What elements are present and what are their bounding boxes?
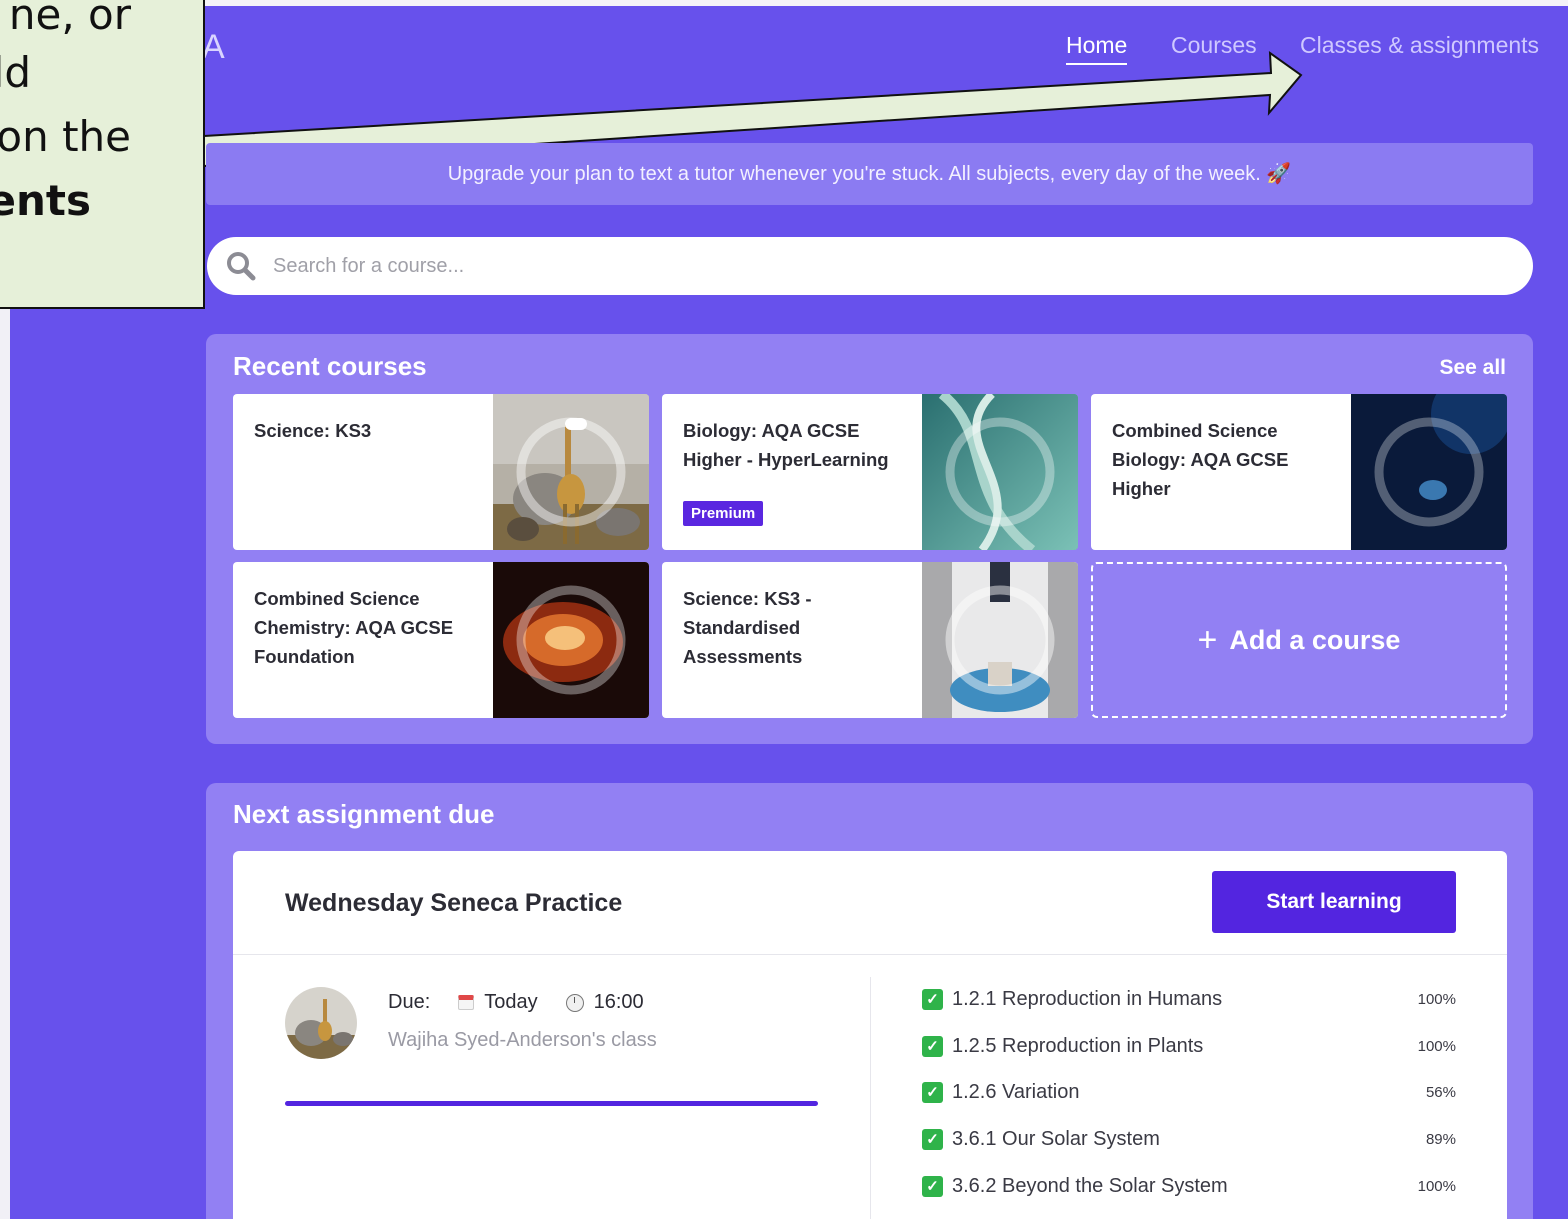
topic-item[interactable]: ✓ 1.2.1 Reproduction in Humans 100%	[922, 984, 1456, 1014]
recent-courses-panel: Recent courses See all Science: KS3 Biol…	[206, 334, 1533, 744]
plus-icon: +	[1197, 620, 1218, 659]
topic-label: 3.6.1 Our Solar System	[952, 1127, 1160, 1150]
topic-percent: 100%	[1417, 990, 1456, 1008]
topic-percent: 89%	[1425, 1130, 1456, 1148]
upgrade-banner[interactable]: Upgrade your plan to text a tutor whenev…	[206, 143, 1533, 205]
checkmark-icon: ✓	[922, 1035, 943, 1057]
assignment-card: Wednesday Seneca Practice Start learning…	[233, 851, 1507, 1219]
search-icon	[227, 252, 256, 281]
topic-item[interactable]: ✓ 3.6.2 Beyond the Solar System 100%	[922, 1171, 1456, 1201]
course-card[interactable]: Combined Science Biology: AQA GCSE Highe…	[1091, 394, 1507, 550]
callout-line-3: on the	[0, 112, 131, 161]
course-title: Biology: AQA GCSE Higher - HyperLearning	[683, 420, 889, 470]
course-title: Combined Science Chemistry: AQA GCSE Fou…	[254, 588, 454, 667]
topic-item[interactable]: ✓ 1.2.5 Reproduction in Plants 100%	[922, 1031, 1456, 1061]
course-card[interactable]: Science: KS3	[233, 394, 649, 550]
topic-label: 1.2.6 Variation	[952, 1080, 1080, 1103]
course-search-bar[interactable]	[207, 237, 1533, 295]
nav-courses[interactable]: Courses	[1171, 32, 1257, 59]
progress-fill	[285, 1101, 818, 1106]
due-info: Due: Today 16:00	[388, 991, 644, 1014]
checkmark-icon: ✓	[922, 1175, 943, 1197]
start-learning-button[interactable]: Start learning	[1212, 871, 1456, 933]
topic-percent: 100%	[1417, 1037, 1456, 1055]
course-title: Science: KS3 - Standardised Assessments	[683, 588, 812, 667]
topic-item[interactable]: ✓ 3.6.1 Our Solar System 89%	[922, 1124, 1456, 1154]
due-time: 16:00	[593, 991, 644, 1013]
annotation-callout: ne, or ld on the ents	[0, 0, 205, 309]
course-image-fish	[1351, 394, 1507, 550]
logo-fragment: A	[202, 28, 225, 66]
topic-percent: 100%	[1417, 1177, 1456, 1195]
topic-label: 1.2.1 Reproduction in Humans	[952, 987, 1223, 1010]
assignment-progress-bar	[285, 1101, 818, 1106]
course-image-scientist	[922, 562, 1078, 718]
assignment-name: Wednesday Seneca Practice	[285, 889, 623, 917]
topic-label: 3.6.2 Beyond the Solar System	[952, 1174, 1228, 1197]
class-avatar	[285, 987, 357, 1059]
clock-icon	[565, 993, 584, 1012]
checkmark-icon: ✓	[922, 988, 943, 1010]
nav-home[interactable]: Home	[1066, 32, 1128, 65]
assignment-header: Wednesday Seneca Practice Start learning	[233, 851, 1507, 955]
course-title: Science: KS3	[254, 420, 372, 441]
callout-line-4: ents	[0, 176, 91, 225]
callout-line-2: ld	[0, 48, 31, 97]
course-card[interactable]: Biology: AQA GCSE Higher - HyperLearning…	[662, 394, 1078, 550]
class-name: Wajiha Syed-Anderson's class	[388, 1029, 657, 1051]
topic-percent: 56%	[1425, 1083, 1456, 1101]
recent-courses-title: Recent courses	[233, 351, 427, 381]
top-edge-strip	[0, 0, 1568, 6]
nav-classes-assignments[interactable]: Classes & assignments	[1300, 32, 1539, 59]
course-image-fire	[493, 562, 649, 718]
see-all-link[interactable]: See all	[1439, 356, 1506, 380]
add-course-label: Add a course	[1229, 624, 1401, 655]
vertical-divider	[870, 977, 871, 1219]
course-title: Combined Science Biology: AQA GCSE Highe…	[1112, 420, 1289, 499]
due-label: Due:	[388, 991, 431, 1013]
add-course-button[interactable]: + Add a course	[1091, 562, 1507, 718]
course-card[interactable]: Combined Science Chemistry: AQA GCSE Fou…	[233, 562, 649, 718]
checkmark-icon: ✓	[922, 1128, 943, 1150]
calendar-icon	[458, 995, 475, 1010]
topic-label: 1.2.5 Reproduction in Plants	[952, 1034, 1204, 1057]
callout-line-1: ne, or	[8, 0, 131, 39]
course-image-dna	[922, 394, 1078, 550]
search-input[interactable]	[273, 254, 1473, 278]
topic-item[interactable]: ✓ 1.2.6 Variation 56%	[922, 1077, 1456, 1107]
premium-badge: Premium	[683, 501, 764, 526]
next-assignment-title: Next assignment due	[233, 799, 495, 829]
due-day: Today	[484, 991, 538, 1013]
course-image-giraffe	[493, 394, 649, 550]
course-card[interactable]: Science: KS3 - Standardised Assessments	[662, 562, 1078, 718]
checkmark-icon: ✓	[922, 1081, 943, 1103]
next-assignment-panel: Next assignment due Wednesday Seneca Pra…	[206, 783, 1533, 1219]
